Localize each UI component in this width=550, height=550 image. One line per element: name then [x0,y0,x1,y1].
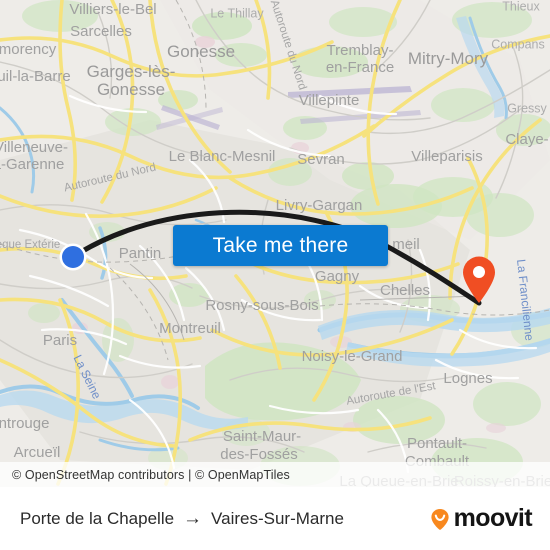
map-attribution: © OpenStreetMap contributors | © OpenMap… [0,462,550,487]
trip-summary: Porte de la Chapelle → Vaires-Sur-Marne [20,509,344,529]
arrow-right-icon: → [183,508,203,529]
trip-origin-label: Porte de la Chapelle [20,508,175,528]
moovit-wordmark: moovit [453,504,533,532]
moovit-pin-icon [431,508,449,530]
trip-destination-label: Vaires-Sur-Marne [211,508,344,528]
attribution-text: © OpenStreetMap contributors | © OpenMap… [12,467,290,482]
map-canvas[interactable]: .green { fill:#cfe5c2; } .green2 { fill:… [0,0,550,487]
take-me-there-button[interactable]: Take me there [173,225,388,266]
moovit-trip-preview: .green { fill:#cfe5c2; } .green2 { fill:… [0,0,550,550]
moovit-logo[interactable]: moovit [428,504,533,532]
footer-bar: Porte de la Chapelle → Vaires-Sur-Marne … [0,487,550,550]
